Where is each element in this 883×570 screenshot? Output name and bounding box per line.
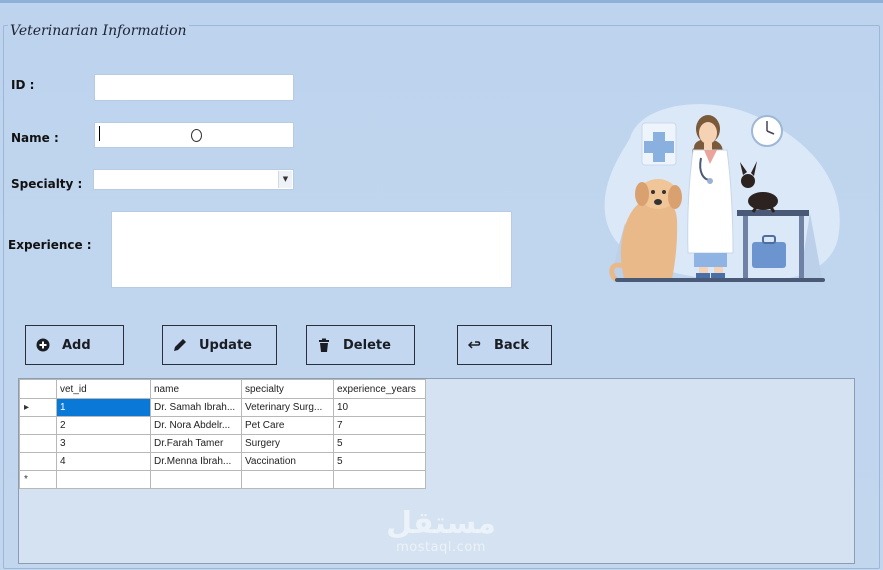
row-header-corner [19,379,57,399]
specialty-select[interactable]: ▼ [93,169,294,190]
cell-text: 7 [337,420,343,431]
header-row: vet_id name specialty experience_years [19,379,426,399]
text-caret [99,126,100,141]
new-row-cell[interactable] [56,470,151,489]
cell-text: 5 [337,438,343,449]
table-cell-vet-id[interactable]: 4 [56,452,151,471]
groupbox-title: Veterinarian Information [8,23,189,39]
watermark-latin: mostaql.com [396,540,486,555]
table-row[interactable]: 2 Dr. Nora Abdelr... Pet Care 7 [19,416,426,435]
table-cell-vet-id[interactable]: 2 [56,416,151,435]
cell-text: Veterinary Surg... [245,402,323,413]
cell-text: Surgery [245,438,281,449]
cell-text: Dr. Nora Abdelr... [154,420,231,431]
table-cell-name[interactable]: Dr. Samah Ibrah... [150,398,242,417]
delete-button[interactable]: Delete [306,325,415,365]
back-button-label: Back [494,337,530,353]
new-row[interactable]: * [19,470,426,489]
vets-table: vet_id name specialty experience_years ▸… [19,379,426,489]
experience-label: Experience : [8,238,92,252]
return-arrow-icon [468,338,482,352]
app-window: Veterinarian Information ID : Name : Spe… [0,0,883,570]
experience-textarea[interactable] [111,211,512,288]
cell-text: Dr.Farah Tamer [154,438,224,449]
row-header[interactable] [19,434,57,453]
busy-cursor-icon [191,129,202,142]
column-header[interactable]: experience_years [333,379,426,399]
cell-text: Vaccination [245,456,296,467]
cell-text: 10 [337,402,349,413]
update-button-label: Update [199,337,252,353]
table-row[interactable]: ▸ 1 Dr. Samah Ibrah... Veterinary Surg... 10 [19,398,426,417]
table-cell-name[interactable]: Dr. Nora Abdelr... [150,416,242,435]
table-cell-specialty[interactable]: Veterinary Surg... [241,398,334,417]
name-label: Name : [11,131,59,145]
new-row-header[interactable]: * [19,470,57,489]
table-cell-specialty[interactable]: Pet Care [241,416,334,435]
cell-text: Dr. Samah Ibrah... [154,402,236,413]
column-header[interactable]: name [150,379,242,399]
new-row-cell[interactable] [333,470,426,489]
add-button[interactable]: Add [25,325,124,365]
table-cell-experience-years[interactable]: 5 [333,452,426,471]
table-row[interactable]: 3 Dr.Farah Tamer Surgery 5 [19,434,426,453]
specialty-label: Specialty : [11,177,83,191]
table-cell-specialty[interactable]: Vaccination [241,452,334,471]
add-button-label: Add [62,337,91,353]
table-cell-vet-id[interactable]: 3 [56,434,151,453]
pencil-icon [173,338,187,352]
table-cell-vet-id[interactable]: 1 [56,398,151,417]
table-row[interactable]: 4 Dr.Menna Ibrah... Vaccination 5 [19,452,426,471]
plus-circle-icon [36,338,50,352]
column-header[interactable]: vet_id [56,379,151,399]
column-header[interactable]: specialty [241,379,334,399]
id-input[interactable] [94,74,294,101]
new-row-cell[interactable] [241,470,334,489]
chevron-down-icon[interactable]: ▼ [278,171,292,188]
cell-text: Dr.Menna Ibrah... [154,456,232,467]
cell-text: 5 [337,456,343,467]
id-label: ID : [11,78,35,92]
new-row-cell[interactable] [150,470,242,489]
table-cell-experience-years[interactable]: 5 [333,434,426,453]
watermark: مستقل mostaql.com [386,506,496,556]
row-header[interactable]: ▸ [19,398,57,417]
watermark-arabic: مستقل [386,506,496,541]
cell-text: Pet Care [245,420,285,431]
row-header[interactable] [19,416,57,435]
table-cell-name[interactable]: Dr.Farah Tamer [150,434,242,453]
table-cell-specialty[interactable]: Surgery [241,434,334,453]
table-cell-experience-years[interactable]: 7 [333,416,426,435]
veterinarian-illustration [604,104,840,282]
cell-text: 1 [60,402,66,413]
cell-text: 4 [60,456,66,467]
cell-text: 2 [60,420,66,431]
table-cell-experience-years[interactable]: 10 [333,398,426,417]
delete-button-label: Delete [343,337,391,353]
cell-text: 3 [60,438,66,449]
table-cell-name[interactable]: Dr.Menna Ibrah... [150,452,242,471]
back-button[interactable]: Back [457,325,552,365]
row-header[interactable] [19,452,57,471]
trash-icon [317,338,331,352]
update-button[interactable]: Update [162,325,277,365]
name-input[interactable] [94,122,294,148]
